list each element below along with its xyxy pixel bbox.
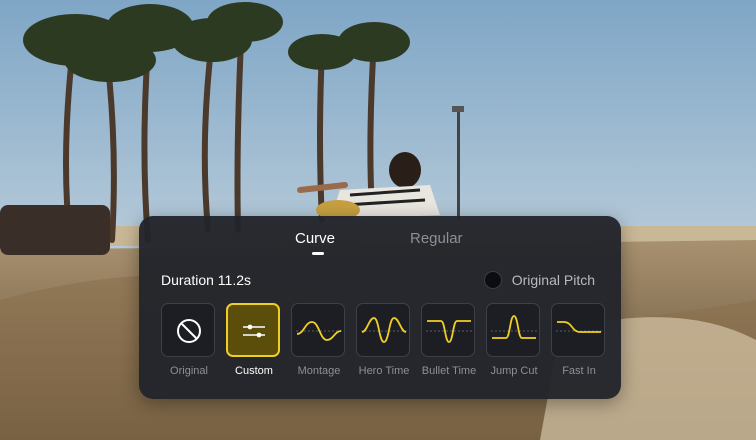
bullet-time-curve-icon <box>426 320 472 343</box>
preset-tile[interactable] <box>551 303 605 357</box>
fast-in-curve-icon <box>556 321 602 333</box>
active-tab-indicator <box>312 252 324 255</box>
preset-tile[interactable] <box>486 303 540 357</box>
preset-jump-cut[interactable]: Jump Cut <box>486 303 542 377</box>
preset-tile[interactable] <box>226 303 280 357</box>
duration-label: Duration 11.2s <box>161 272 252 288</box>
original-pitch-radio[interactable] <box>483 271 502 289</box>
preset-custom[interactable]: Custom <box>226 303 282 377</box>
original-pitch-toggle[interactable]: Original Pitch <box>483 270 595 290</box>
sliders-icon <box>243 324 265 338</box>
preset-fast-in[interactable]: Fast In <box>551 303 607 377</box>
speed-panel: Curve Regular Duration 11.2s Original Pi… <box>139 216 621 399</box>
preset-tile[interactable] <box>291 303 345 357</box>
preset-label: Fast In <box>562 365 596 377</box>
tab-regular[interactable]: Regular <box>410 230 463 247</box>
original-pitch-label: Original Pitch <box>511 272 595 288</box>
preset-original[interactable]: Original <box>161 303 217 377</box>
hero-time-curve-icon <box>361 317 407 343</box>
tab-curve[interactable]: Curve <box>295 230 335 247</box>
jump-cut-curve-icon <box>491 315 537 339</box>
none-circle-slash-icon <box>177 319 201 343</box>
preset-tile[interactable] <box>421 303 475 357</box>
preset-hero-time[interactable]: Hero Time <box>356 303 412 377</box>
preset-bullet-time[interactable]: Bullet Time <box>421 303 477 377</box>
preset-tile[interactable] <box>161 303 215 357</box>
preset-tile[interactable] <box>356 303 410 357</box>
preset-montage[interactable]: Montage <box>291 303 347 377</box>
preset-list: Original Custom Montage Hero Time Bullet… <box>161 303 611 383</box>
tab-bar: Curve Regular <box>139 230 621 264</box>
montage-curve-icon <box>296 321 342 341</box>
